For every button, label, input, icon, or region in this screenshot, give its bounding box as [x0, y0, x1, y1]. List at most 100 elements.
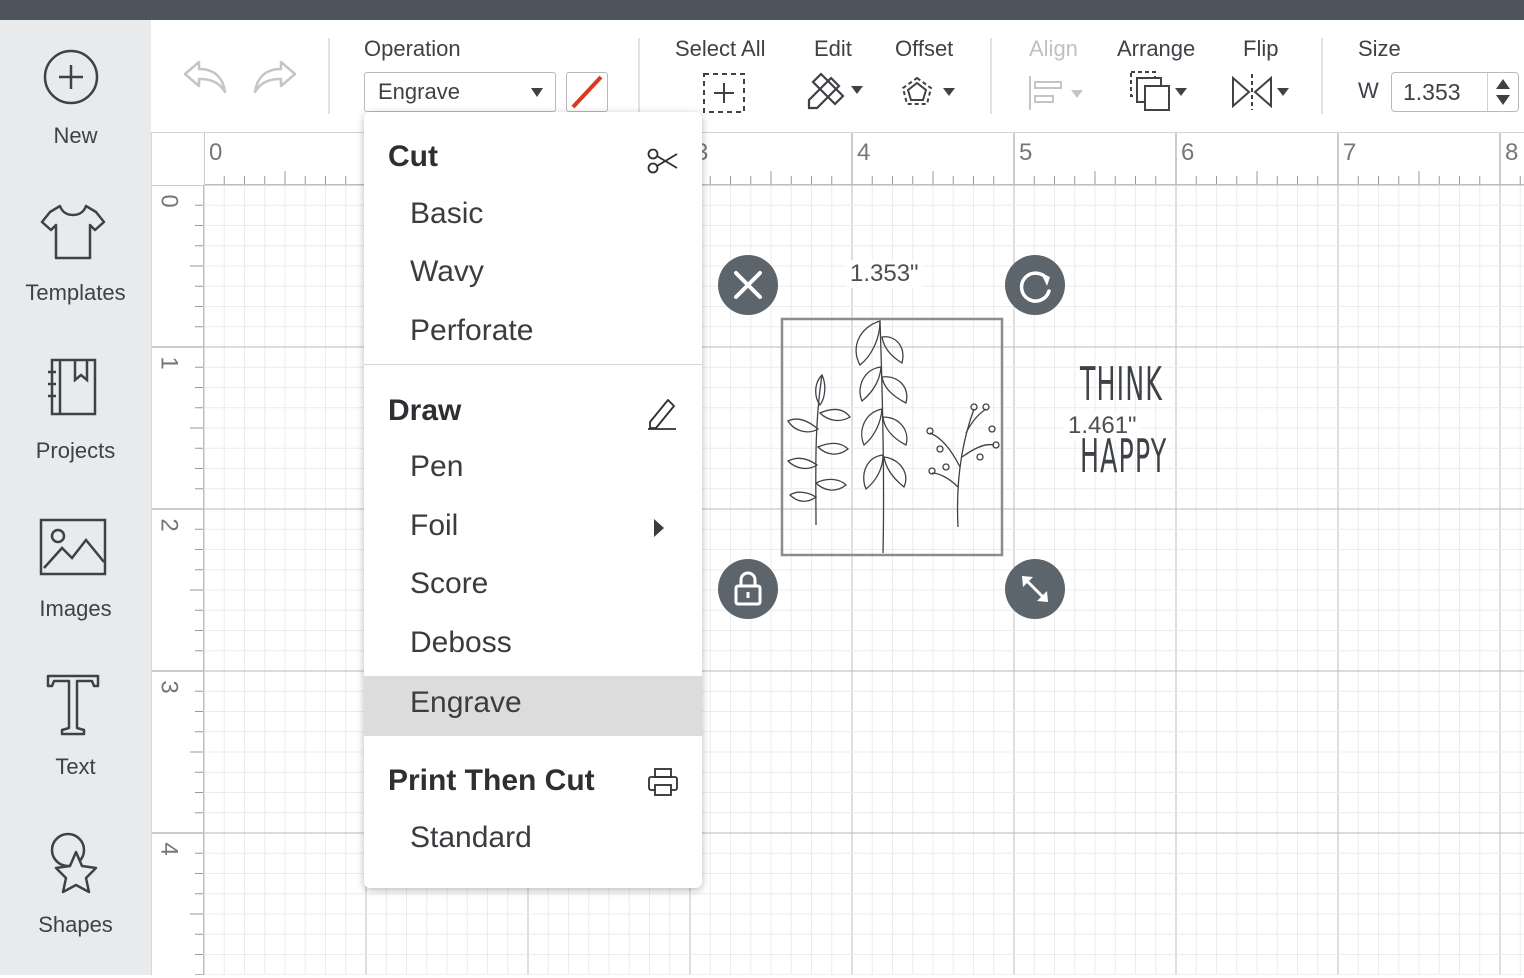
- resize-arrows-icon: [1022, 576, 1048, 602]
- selection-width-label: 1.353": [846, 260, 923, 288]
- edit-label: Edit: [814, 36, 852, 61]
- dropdown-item-score[interactable]: Score: [364, 557, 702, 615]
- flip-label: Flip: [1243, 36, 1279, 61]
- undo-icon[interactable]: [181, 56, 229, 96]
- dropdown-group-header: Cut: [388, 140, 438, 173]
- offset-label: Offset: [895, 36, 954, 61]
- engrave-line-icon: [571, 75, 603, 109]
- ruler-left-number: 4: [155, 842, 183, 856]
- dropdown-item-pen[interactable]: Pen: [364, 440, 702, 498]
- align-icon: [1029, 76, 1083, 110]
- rotate-icon: [1019, 271, 1051, 303]
- select-all-label: Select All: [675, 36, 766, 61]
- tshirt-icon: [40, 204, 106, 260]
- align-label: Align: [1029, 36, 1078, 61]
- sidebar-item-images[interactable]: Images: [0, 512, 151, 662]
- floral-design[interactable]: [780, 317, 1004, 557]
- width-stepper[interactable]: [1487, 73, 1518, 111]
- ruler-top: 0 3 4 5 6 7 8: [152, 133, 1524, 185]
- ruler-left-number: 2: [155, 518, 183, 532]
- close-icon: [734, 271, 762, 299]
- window-top-strip: [0, 0, 1524, 20]
- image-icon: [39, 518, 107, 576]
- design-text-line2: HAPPY: [1080, 429, 1168, 483]
- dropdown-item-standard[interactable]: Standard: [364, 811, 702, 869]
- scissors-icon: [647, 148, 678, 174]
- toolbar-divider: [638, 38, 640, 114]
- sidebar-item-templates[interactable]: Templates: [0, 196, 151, 346]
- ruler-left: 0 1 2 3 4: [152, 133, 204, 975]
- ruler-left-number: 0: [155, 194, 183, 208]
- rotate-handle[interactable]: [1005, 255, 1065, 315]
- dropdown-item-label: Deboss: [410, 626, 512, 659]
- dropdown-item-deboss[interactable]: Deboss: [364, 616, 702, 674]
- toolbar-divider: [1321, 38, 1323, 114]
- size-label: Size: [1358, 36, 1401, 61]
- toolbar-divider: [990, 38, 992, 114]
- dropdown-item-foil[interactable]: Foil: [364, 499, 702, 557]
- redo-icon[interactable]: [251, 56, 299, 96]
- sidebar-item-label: New: [53, 123, 98, 148]
- sidebar-item-projects[interactable]: Projects: [0, 354, 151, 504]
- operation-label: Operation: [364, 36, 461, 61]
- chevron-down-icon: [531, 88, 543, 97]
- dropdown-item-label: Basic: [410, 197, 484, 230]
- chevron-right-icon: [654, 519, 664, 537]
- width-input[interactable]: 1.353: [1391, 72, 1519, 112]
- edit-pencil-ruler-icon[interactable]: [805, 70, 867, 112]
- dropdown-item-engrave[interactable]: Engrave: [364, 676, 702, 736]
- dropdown-divider: [364, 364, 702, 365]
- dropdown-item-basic[interactable]: Basic: [364, 187, 702, 245]
- sidebar-item-label: Shapes: [38, 912, 113, 937]
- operation-select[interactable]: Engrave: [364, 72, 556, 112]
- dropdown-group-header: Print Then Cut: [388, 764, 595, 797]
- sidebar-item-text[interactable]: Text: [0, 670, 151, 820]
- ruler-top-number: 4: [857, 139, 871, 166]
- width-prefix: W: [1358, 78, 1379, 103]
- lock-handle[interactable]: [718, 559, 778, 619]
- ruler-top-ticks: [152, 133, 1524, 185]
- arrange-icon[interactable]: [1129, 70, 1193, 114]
- ruler-top-number: 0: [209, 139, 223, 166]
- dropdown-item-wavy[interactable]: Wavy: [364, 245, 702, 303]
- design-canvas[interactable]: 0 3 4 5 6 7 8 0 1 2 3 4 1.353" 1.461": [152, 133, 1524, 975]
- dropdown-item-label: Engrave: [410, 686, 522, 719]
- lock-icon: [734, 571, 762, 606]
- toolbar-divider: [328, 38, 330, 114]
- ruler-top-number: 7: [1343, 139, 1357, 166]
- pencil-icon: [648, 399, 676, 430]
- dropdown-item-label: Perforate: [410, 314, 534, 347]
- offset-icon[interactable]: [897, 72, 959, 112]
- sidebar-item-new[interactable]: New: [0, 40, 151, 190]
- dropdown-item-label: Foil: [410, 509, 459, 542]
- sidebar-item-shapes[interactable]: Shapes: [0, 828, 151, 978]
- flip-icon[interactable]: [1231, 72, 1295, 112]
- ruler-top-number: 6: [1181, 139, 1195, 166]
- delete-handle[interactable]: [718, 255, 778, 315]
- width-value: 1.353: [1403, 79, 1461, 105]
- sidebar-item-label: Projects: [35, 438, 116, 463]
- sidebar-item-label: Templates: [25, 280, 126, 305]
- operation-dropdown-menu: Cut Basic Wavy Perforate Draw Pen Foil S…: [364, 112, 702, 888]
- sidebar-item-label: Text: [55, 754, 96, 779]
- operation-color-swatch[interactable]: [566, 72, 608, 112]
- printer-icon: [648, 768, 678, 796]
- select-all-icon[interactable]: [702, 72, 746, 114]
- shapes-star-icon: [50, 832, 98, 894]
- dropdown-group-header: Draw: [388, 394, 462, 427]
- top-toolbar: Operation Engrave Select All Edit Offset…: [151, 20, 1524, 133]
- ruler-corner: [152, 133, 205, 186]
- operation-value: Engrave: [378, 79, 460, 104]
- think-happy-design[interactable]: THINK HAPPY: [1080, 347, 1210, 493]
- plus-circle-icon: [43, 49, 99, 105]
- ruler-left-number: 3: [155, 680, 183, 694]
- design-text-line1: THINK: [1080, 357, 1163, 411]
- ruler-top-number: 5: [1019, 139, 1033, 166]
- dropdown-item-perforate[interactable]: Perforate: [364, 304, 702, 362]
- dropdown-item-label: Pen: [410, 450, 464, 483]
- dropdown-item-label: Standard: [410, 821, 532, 854]
- stepper-arrows-icon: [1496, 79, 1510, 105]
- resize-handle[interactable]: [1005, 559, 1065, 619]
- ruler-top-number: 8: [1505, 139, 1519, 166]
- notebook-icon: [48, 358, 97, 416]
